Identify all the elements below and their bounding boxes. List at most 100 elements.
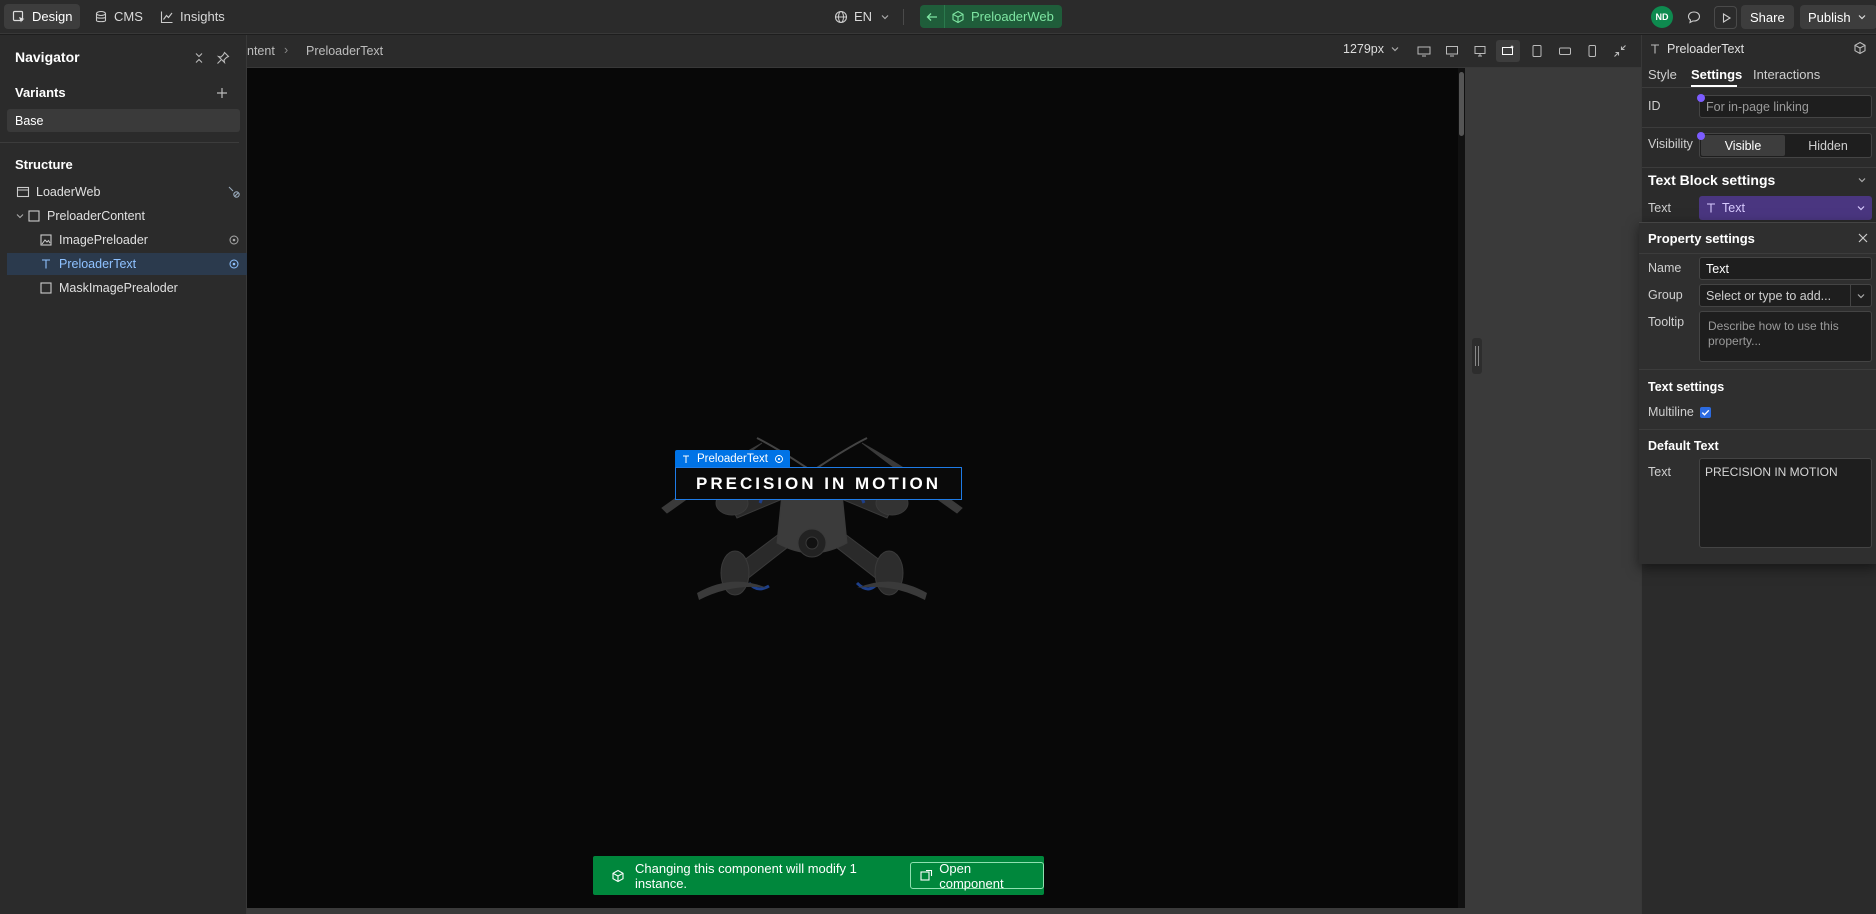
chevron-down-icon[interactable] (1855, 173, 1869, 187)
chevron-down-icon (1854, 289, 1868, 303)
breakpoint-desktop-xl-button[interactable] (1441, 41, 1463, 61)
top-bar: Design CMS Insights EN PreloaderWeb ND S… (0, 0, 1876, 34)
language-selector[interactable]: EN (826, 4, 900, 29)
property-settings-popover: Property settings Name Text Group Select… (1639, 222, 1876, 564)
breadcrumb-current[interactable]: PreloaderText (306, 44, 383, 58)
shrink-icon (1613, 44, 1627, 58)
design-cursor-icon (12, 10, 26, 24)
base-breakpoint-star-icon (1501, 44, 1515, 58)
divider (0, 142, 239, 143)
language-label: EN (854, 9, 873, 24)
tab-settings[interactable]: Settings (1691, 67, 1742, 82)
monitor-icon (1473, 44, 1487, 58)
text-label: Text (1648, 201, 1671, 215)
divider (1639, 369, 1876, 370)
collapse-icon (192, 51, 206, 65)
group-select[interactable]: Select or type to add... (1699, 284, 1872, 307)
visibility-toggle: Visible Hidden (1699, 133, 1872, 158)
tree-item-imagepreloader[interactable]: ImagePreloader (7, 229, 247, 251)
back-arrow-button[interactable] (920, 5, 945, 28)
breakpoint-base-button[interactable] (1496, 40, 1520, 62)
default-text-label: Text (1648, 465, 1671, 479)
open-component-button[interactable]: Open component (910, 860, 1044, 891)
component-icon[interactable] (1853, 41, 1867, 55)
element-name: PreloaderText (1667, 42, 1745, 56)
id-label: ID (1648, 99, 1661, 113)
name-input[interactable]: Text (1699, 257, 1872, 280)
preloader-text[interactable]: PRECISION IN MOTION (675, 467, 962, 500)
tab-insights[interactable]: Insights (152, 4, 233, 29)
preview-button[interactable] (1714, 6, 1737, 29)
breakpoint-mobile-landscape-button[interactable] (1554, 41, 1576, 61)
selection-label[interactable]: PreloaderText (675, 450, 790, 467)
component-toast: Changing this component will modify 1 in… (593, 856, 1044, 895)
close-icon[interactable] (1856, 231, 1870, 245)
canvas-area: PreloaderText PRECISION IN MOTION Changi… (247, 68, 1641, 914)
collapse-canvas-button[interactable] (1609, 41, 1631, 61)
visible-option[interactable]: Visible (1701, 135, 1785, 156)
text-binding-select[interactable]: Text (1699, 196, 1872, 220)
bind-indicator-dot[interactable] (1697, 94, 1705, 102)
component-breadcrumb[interactable]: PreloaderWeb (920, 5, 1062, 28)
comments-button[interactable] (1683, 6, 1705, 28)
avatar[interactable]: ND (1651, 6, 1673, 28)
plus-icon (215, 86, 229, 100)
name-label: Name (1648, 261, 1682, 275)
tooltip-label: Tooltip (1648, 315, 1685, 329)
breakpoint-desktop-button[interactable] (1469, 41, 1491, 61)
open-component-icon (919, 869, 933, 883)
canvas-resize-handle[interactable] (1472, 338, 1482, 374)
breakpoint-mobile-portrait-button[interactable] (1581, 41, 1603, 61)
add-variant-button[interactable] (215, 84, 229, 100)
id-input[interactable]: For in-page linking (1699, 95, 1872, 118)
canvas-scrollbar-track[interactable] (1458, 68, 1465, 908)
pin-navigator-button[interactable] (216, 49, 230, 65)
desktop-icon (1445, 44, 1459, 58)
chevron-down-icon[interactable] (14, 209, 26, 223)
publish-button[interactable]: Publish (1800, 5, 1876, 29)
multiline-label: Multiline (1648, 405, 1694, 419)
default-text-textarea[interactable]: PRECISION IN MOTION (1699, 458, 1872, 548)
canvas[interactable]: PreloaderText PRECISION IN MOTION Changi… (247, 68, 1458, 908)
canvas-scrollbar-thumb[interactable] (1459, 72, 1464, 136)
variants-title: Variants (15, 85, 66, 100)
open-component-label: Open component (939, 860, 1004, 891)
tree-item-preloadertext[interactable]: PreloaderText (7, 253, 247, 275)
tab-design[interactable]: Design (4, 4, 81, 29)
breakpoint-tablet-button[interactable] (1526, 41, 1548, 61)
image-icon (39, 233, 53, 247)
divider (1642, 167, 1876, 168)
tab-cms[interactable]: CMS (86, 4, 151, 29)
component-icon (951, 10, 965, 24)
bind-indicator-dot[interactable] (1697, 132, 1705, 140)
tab-style[interactable]: Style (1648, 67, 1677, 82)
text-icon (39, 257, 53, 271)
text-settings-title: Text settings (1648, 380, 1725, 394)
variant-base[interactable]: Base (7, 109, 240, 132)
tree-item-label: PreloaderText (59, 257, 137, 271)
multiline-checkbox[interactable] (1700, 407, 1711, 418)
tree-item-maskimageprealoder[interactable]: MaskImagePrealoder (7, 277, 247, 299)
tab-interactions[interactable]: Interactions (1753, 67, 1820, 82)
tab-insights-label: Insights (180, 9, 225, 24)
breakpoint-large-desktop-button[interactable] (1413, 41, 1435, 61)
link-off-icon[interactable] (227, 185, 241, 199)
breadcrumb: ntent › PreloaderText 1279px (247, 35, 1641, 68)
text-block-settings-title[interactable]: Text Block settings (1648, 172, 1775, 188)
canvas-width-selector[interactable]: 1279px (1343, 42, 1402, 56)
chevron-down-icon (1388, 42, 1402, 56)
tree-item-loaderweb[interactable]: LoaderWeb (7, 181, 247, 203)
tree-item-preloadercontent[interactable]: PreloaderContent (7, 205, 247, 227)
chart-icon (160, 10, 174, 24)
settings-panel: PreloaderText Style Settings Interaction… (1639, 35, 1876, 914)
collapse-navigator-button[interactable] (192, 49, 206, 65)
chevron-down-icon (1855, 10, 1869, 24)
pin-icon (216, 51, 230, 65)
tooltip-textarea[interactable]: Describe how to use this property... (1699, 311, 1872, 362)
group-label: Group (1648, 288, 1683, 302)
tree-item-label: PreloaderContent (47, 209, 145, 223)
share-button[interactable]: Share (1741, 5, 1794, 29)
hidden-option[interactable]: Hidden (1786, 135, 1870, 156)
div-block-icon (39, 281, 53, 295)
breadcrumb-parent[interactable]: ntent (247, 44, 275, 58)
